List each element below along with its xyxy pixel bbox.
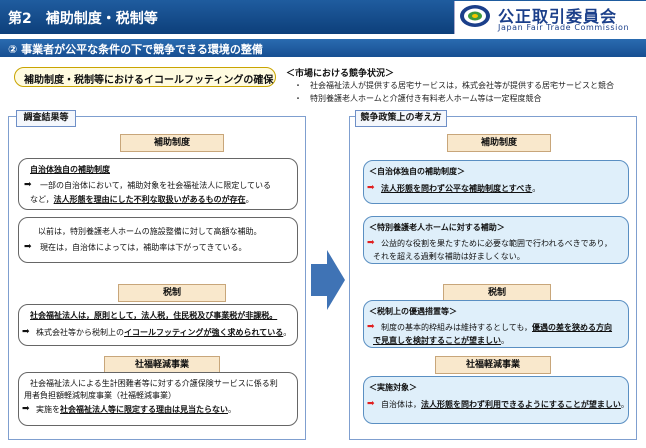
box-title: ＜特別養護老人ホームに対する補助＞ xyxy=(369,223,505,232)
text-line: 公益的な役割を果たすために必要な範囲で行われるべきであり， xyxy=(381,239,612,248)
text-line: 実施を社会福祉法人等に限定する理由は見当たらない。 xyxy=(36,404,236,415)
text-fragment: 。 xyxy=(620,400,629,409)
emphasis-text: イコールフッティングが強く求められている xyxy=(124,328,284,337)
page-title: 第2 補助制度・税制等 xyxy=(8,11,158,27)
text-line: 現在は，自治体によっては，補助率は下がってきている。 xyxy=(40,243,247,252)
text-line: 自治体は，法人形態を問わず利用できるようにすることが望ましい。 xyxy=(381,399,629,410)
emphasis-text: 法人形態を問わず利用できるようにすることが望ましい xyxy=(421,400,621,409)
right-arrow-bullet-icon: ➡ xyxy=(24,242,32,252)
market-line: ・ 社会福祉法人が提供する居宅サービスは，株式会社等が提供する居宅サービスと競合 xyxy=(294,81,614,90)
emphasis-text: 社会福祉法人等に限定する理由は見当たらない xyxy=(60,405,228,414)
right-arrow-bullet-icon: ➡ xyxy=(24,180,32,190)
text-fragment: 制度の基本的枠組みは維持するとしても， xyxy=(381,323,533,332)
right-arrow-bullet-icon: ➡ xyxy=(367,238,375,248)
text-fragment: 。 xyxy=(283,328,292,337)
text-line: 以前は，特別養護老人ホームの施設整備に対して高額な補助。 xyxy=(38,227,262,236)
right-panel-tab: 競争政策上の考え方 xyxy=(355,110,447,127)
subsidy-box xyxy=(18,217,298,263)
text-fragment: 株式会社等から税制上の xyxy=(36,328,124,337)
subheader-text: ② 事業者が公平な条件の下で競争できる環境の整備 xyxy=(8,43,263,56)
emphasis-text: で見直しを検討することが望ましい xyxy=(373,336,501,345)
right-arrow-bullet-icon: ➡ xyxy=(367,183,375,193)
box-title: 自治体独自の補助制度 xyxy=(30,165,110,174)
section-head-welfare-reduction: 社福軽減事業 xyxy=(435,356,551,374)
text-fragment: 。 xyxy=(501,336,509,345)
box-title: ＜自治体独自の補助制度＞ xyxy=(369,167,465,176)
emphasis-text: 社会福祉法人は，原則として，法人税，住民税及び事業税が非課税。 xyxy=(30,311,278,320)
text-fragment: 。 xyxy=(532,184,541,193)
text-line: 法人形態を問わず公平な補助制度とすべき。 xyxy=(381,183,540,194)
text-line: で見直しを検討することが望ましい。 xyxy=(373,335,509,346)
text-fragment: 自治体は， xyxy=(381,400,421,409)
text-line: それを超える過剰な補助は好ましくない。 xyxy=(373,252,525,261)
right-arrow-bullet-icon: ➡ xyxy=(367,399,375,409)
logo-english: Japan Fair Trade Commission xyxy=(498,23,630,32)
right-arrow-bullet-icon: ➡ xyxy=(367,322,375,332)
text-fragment: 。 xyxy=(245,195,254,204)
right-arrow-bullet-icon: ➡ xyxy=(22,327,30,337)
text-line: 制度の基本的枠組みは維持するとしても，優遇の差を狭める方向 xyxy=(381,322,612,333)
text-line: 株式会社等から税制上のイコールフッティングが強く求められている。 xyxy=(36,327,291,338)
box-title: ＜税制上の優遇措置等＞ xyxy=(369,307,457,316)
section-head-subsidy: 補助制度 xyxy=(120,134,224,152)
left-panel-tab: 調査結果等 xyxy=(16,110,76,127)
right-arrow-icon xyxy=(311,250,345,310)
box-title: ＜実施対象＞ xyxy=(369,383,417,392)
text-line: など，法人形態を理由にした不利な取扱いがあるものが存在。 xyxy=(30,194,254,205)
text-fragment: 実施を xyxy=(36,405,60,414)
market-heading: ＜市場における競争状況＞ xyxy=(286,69,395,79)
text-line: 社会福祉法人による生計困難者等に対する介護保険サービスに係る利 xyxy=(30,379,278,388)
section-head-tax: 税制 xyxy=(118,284,226,302)
text-fragment: など， xyxy=(30,195,54,204)
text-fragment: 。 xyxy=(228,405,236,414)
emphasis-text: 法人形態を問わず公平な補助制度とすべき xyxy=(381,184,533,193)
emphasis-text: 法人形態を理由にした不利な取扱いがあるものが存在 xyxy=(53,195,246,204)
jftc-logo-icon xyxy=(460,5,490,27)
topic-pill-text: 補助制度・税制等におけるイコールフッティングの確保 xyxy=(24,75,274,86)
emphasis-text: 優遇の差を狭める方向 xyxy=(532,323,613,332)
market-line: ・ 特別養護老人ホームと介護付き有料老人ホーム等は一定程度競合 xyxy=(294,94,542,103)
text-line: 一部の自治体において，補助対象を社会福祉法人に限定している xyxy=(40,181,271,190)
text-line: 用者負担額軽減制度事業（社福軽減事業） xyxy=(24,391,176,400)
right-arrow-bullet-icon: ➡ xyxy=(22,404,30,414)
section-head-subsidy: 補助制度 xyxy=(447,134,551,152)
